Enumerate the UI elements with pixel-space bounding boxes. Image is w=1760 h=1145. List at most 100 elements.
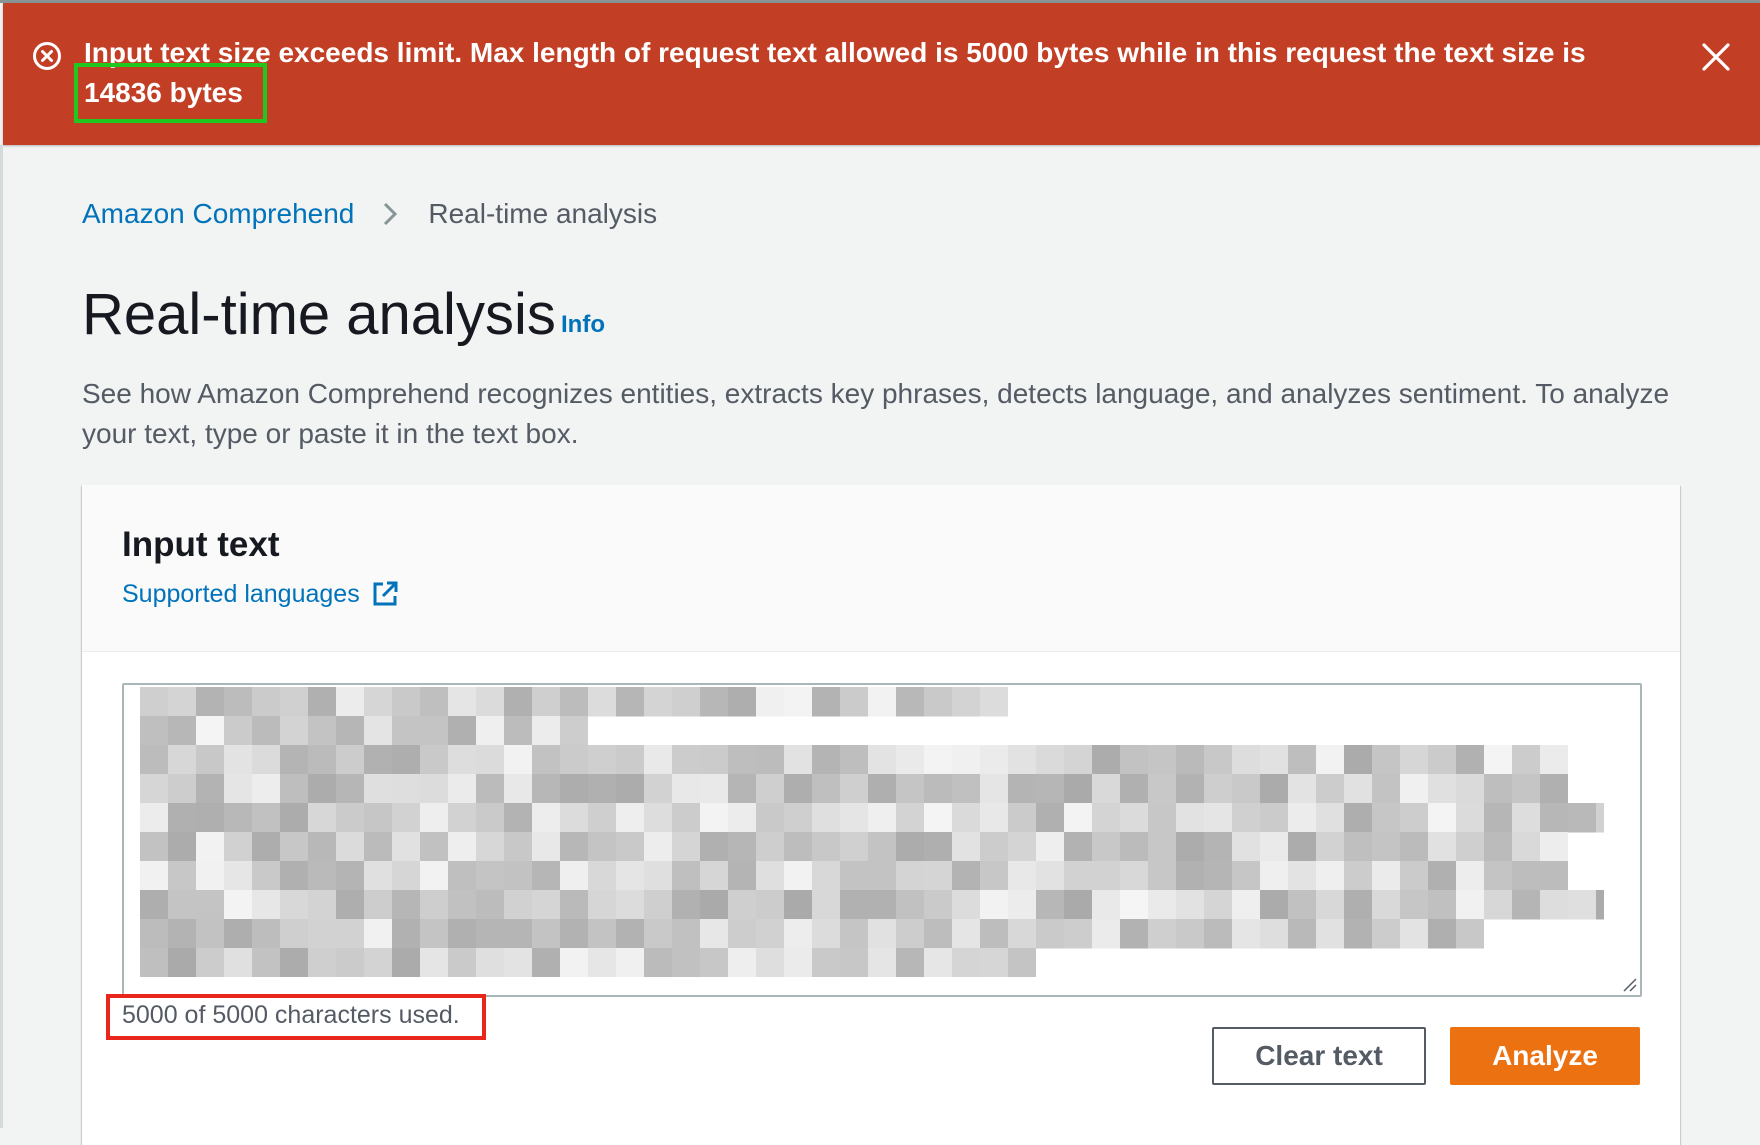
redaction-block <box>1540 890 1568 920</box>
redaction-block <box>504 716 532 746</box>
redaction-block <box>1036 745 1064 775</box>
resize-handle-icon[interactable] <box>1621 976 1637 992</box>
panel-header: Input text Supported languages <box>82 485 1680 652</box>
redaction-block <box>1232 919 1260 949</box>
redaction-block <box>588 745 616 775</box>
redaction-block <box>1400 919 1428 949</box>
redaction-block <box>1316 745 1344 775</box>
close-icon[interactable] <box>1699 40 1733 74</box>
redaction-block <box>280 745 308 775</box>
redaction-block <box>1204 832 1232 862</box>
redaction-block <box>504 919 532 949</box>
redaction-block <box>1512 890 1540 920</box>
redaction-block <box>896 919 924 949</box>
redaction-block <box>672 745 700 775</box>
external-link-icon <box>373 581 398 606</box>
redaction-block <box>252 919 280 949</box>
redaction-block <box>140 774 168 804</box>
redaction-block <box>840 774 868 804</box>
redaction-block <box>448 948 476 977</box>
redaction-block <box>644 803 672 833</box>
redaction-block <box>1008 861 1036 891</box>
redaction-block <box>252 687 280 717</box>
redaction-block <box>364 861 392 891</box>
redaction-block <box>1372 774 1400 804</box>
supported-languages-link[interactable]: Supported languages <box>122 577 400 611</box>
redaction-block <box>1176 919 1204 949</box>
redaction-block <box>1120 745 1148 775</box>
redaction-block <box>1456 745 1484 775</box>
input-textarea[interactable] <box>122 683 1642 997</box>
redaction-block <box>1176 803 1204 833</box>
redaction-block <box>1372 861 1400 891</box>
redaction-block <box>812 948 840 977</box>
redaction-block <box>336 716 364 746</box>
redaction-block <box>560 948 588 977</box>
redaction-block <box>532 745 560 775</box>
redaction-block <box>896 832 924 862</box>
redaction-block <box>364 803 392 833</box>
redaction-block <box>196 745 224 775</box>
redaction-block <box>420 861 448 891</box>
redaction-block <box>504 948 532 977</box>
redaction-block <box>1400 745 1428 775</box>
redaction-block <box>700 919 728 949</box>
redaction-block <box>1260 774 1288 804</box>
redaction-block <box>364 716 392 746</box>
clear-text-button[interactable]: Clear text <box>1212 1027 1426 1085</box>
analyze-button[interactable]: Analyze <box>1450 1027 1640 1085</box>
redaction-block <box>252 832 280 862</box>
redaction-block <box>420 948 448 977</box>
redaction-block <box>1120 890 1148 920</box>
redaction-block <box>560 832 588 862</box>
redaction-block <box>672 832 700 862</box>
redaction-block <box>700 774 728 804</box>
redaction-block <box>840 803 868 833</box>
redaction-block <box>840 861 868 891</box>
redaction-block <box>1120 919 1148 949</box>
redaction-block <box>868 774 896 804</box>
redaction-block <box>476 716 504 746</box>
redaction-block <box>1288 774 1316 804</box>
redaction-block <box>1092 774 1120 804</box>
redaction-block <box>784 861 812 891</box>
redaction-block <box>308 948 336 977</box>
redaction-block <box>140 687 168 717</box>
redaction-block <box>644 890 672 920</box>
redaction-block <box>784 774 812 804</box>
redaction-block <box>1400 774 1428 804</box>
redaction-block <box>1456 774 1484 804</box>
redaction-block <box>392 948 420 977</box>
redaction-block <box>1064 832 1092 862</box>
redaction-block <box>812 861 840 891</box>
redaction-block <box>476 745 504 775</box>
chevron-right-icon <box>384 202 398 226</box>
redaction-block <box>1344 745 1372 775</box>
redaction-block <box>784 687 812 717</box>
redaction-block <box>1512 745 1540 775</box>
redaction-block <box>392 803 420 833</box>
redaction-block <box>560 774 588 804</box>
redaction-block <box>952 861 980 891</box>
redaction-block <box>812 774 840 804</box>
breadcrumb-amazon-comprehend[interactable]: Amazon Comprehend <box>82 196 354 232</box>
redaction-block <box>252 803 280 833</box>
info-link[interactable]: Info <box>561 309 605 341</box>
redaction-block <box>280 716 308 746</box>
redaction-block <box>476 687 504 717</box>
redaction-block <box>392 861 420 891</box>
redaction-block <box>980 745 1008 775</box>
redaction-block <box>252 745 280 775</box>
redaction-block <box>196 716 224 746</box>
redaction-block <box>224 832 252 862</box>
redaction-block <box>924 890 952 920</box>
redaction-block <box>280 919 308 949</box>
redaction-block <box>1372 803 1400 833</box>
redaction-block <box>1036 919 1064 949</box>
redaction-block <box>308 803 336 833</box>
redaction-block <box>1400 890 1428 920</box>
redaction-block <box>1120 774 1148 804</box>
redaction-block <box>336 948 364 977</box>
redaction-block <box>308 861 336 891</box>
redaction-block <box>1008 919 1036 949</box>
